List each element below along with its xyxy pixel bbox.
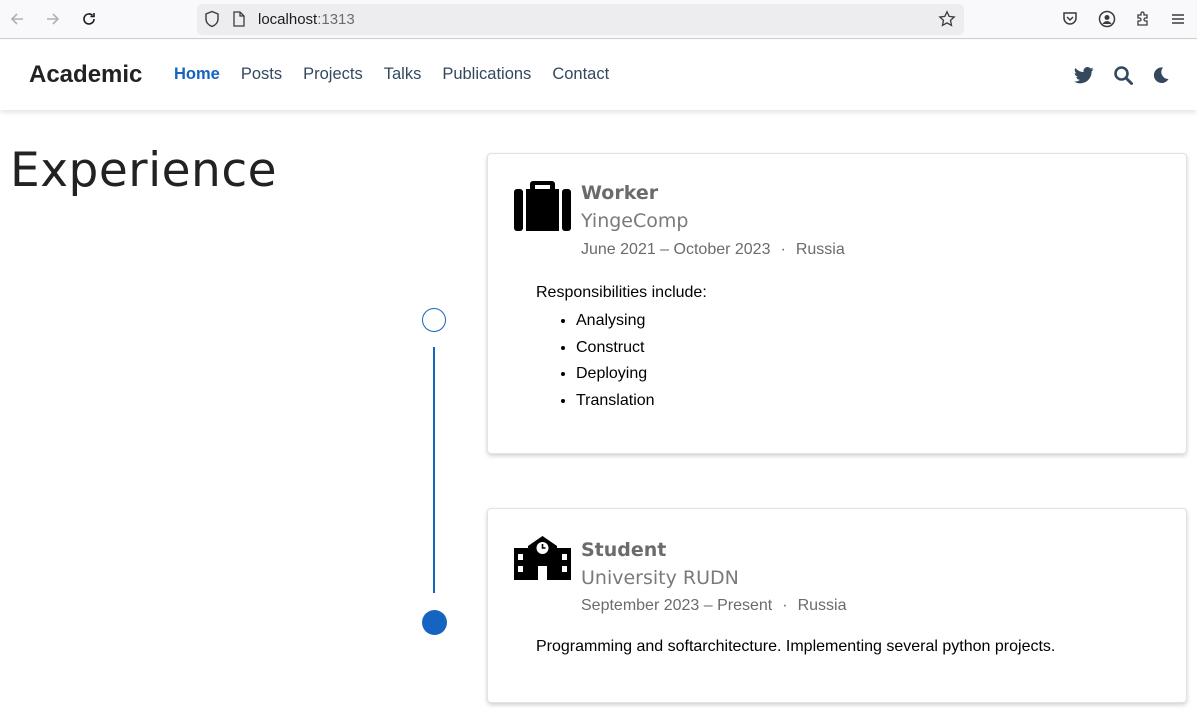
timeline-line [433,347,435,593]
list-item: Deploying [576,361,707,388]
menu-item-publications[interactable]: Publications [442,65,531,84]
url-host: localhost [258,11,318,28]
meta-separator: · [780,241,786,258]
search-icon[interactable] [1112,64,1134,86]
address-bar[interactable]: localhost:1313 [197,4,964,35]
experience-role: Worker [581,182,659,204]
section-title: Experience [10,143,278,198]
reload-icon[interactable] [78,8,100,30]
timeline-marker-open [422,308,446,332]
responsibilities-intro: Responsibilities include: [536,284,707,301]
menu-item-contact[interactable]: Contact [552,65,609,84]
twitter-icon[interactable] [1073,64,1095,86]
extensions-icon[interactable] [1132,8,1154,30]
experience-location: Russia [795,241,845,258]
forward-icon[interactable] [42,8,64,30]
moon-icon[interactable] [1150,64,1172,86]
main-menu: Home Posts Projects Talks Publications C… [174,65,630,84]
menu-item-projects[interactable]: Projects [303,65,363,84]
experience-location: Russia [797,597,847,614]
experience-dates: September 2023 – Present [581,597,773,614]
briefcase-icon [514,179,571,234]
experience-meta: June 2021 – October 2023 · Russia [581,241,845,259]
experience-role: Student [581,539,667,561]
bookmark-star-icon[interactable] [938,10,956,33]
meta-separator: · [782,597,788,614]
site-navbar: Academic Home Posts Projects Talks Publi… [0,40,1197,110]
pocket-icon[interactable] [1059,8,1081,30]
menu-item-posts[interactable]: Posts [241,65,282,84]
responsibilities-list: Analysing Construct Deploying Translatio… [536,308,707,414]
experience-card-worker: Worker YingeComp June 2021 – October 202… [487,153,1187,454]
site-brand[interactable]: Academic [29,61,142,89]
page-icon [232,11,246,32]
experience-org: YingeComp [581,210,689,232]
menu-icon[interactable] [1167,8,1189,30]
url-text[interactable]: localhost:1313 [258,11,355,28]
experience-description: Responsibilities include: Analysing Cons… [536,284,707,414]
experience-description: Programming and softarchitecture. Implem… [536,638,1056,655]
list-item: Construct [576,335,707,362]
back-icon[interactable] [6,8,28,30]
school-icon [514,534,571,589]
menu-item-home[interactable]: Home [174,65,220,84]
url-port: :1313 [317,11,355,28]
menu-item-talks[interactable]: Talks [384,65,422,84]
experience-org: University RUDN [581,567,739,589]
list-item: Analysing [576,308,707,335]
timeline-marker-filled [422,610,447,635]
experience-meta: September 2023 – Present · Russia [581,597,846,615]
list-item: Translation [576,388,707,415]
experience-card-student: Student University RUDN September 2023 –… [487,508,1187,703]
shield-icon[interactable] [204,10,220,33]
experience-dates: June 2021 – October 2023 [581,241,771,258]
browser-toolbar: localhost:1313 [0,0,1197,39]
account-icon[interactable] [1096,8,1118,30]
